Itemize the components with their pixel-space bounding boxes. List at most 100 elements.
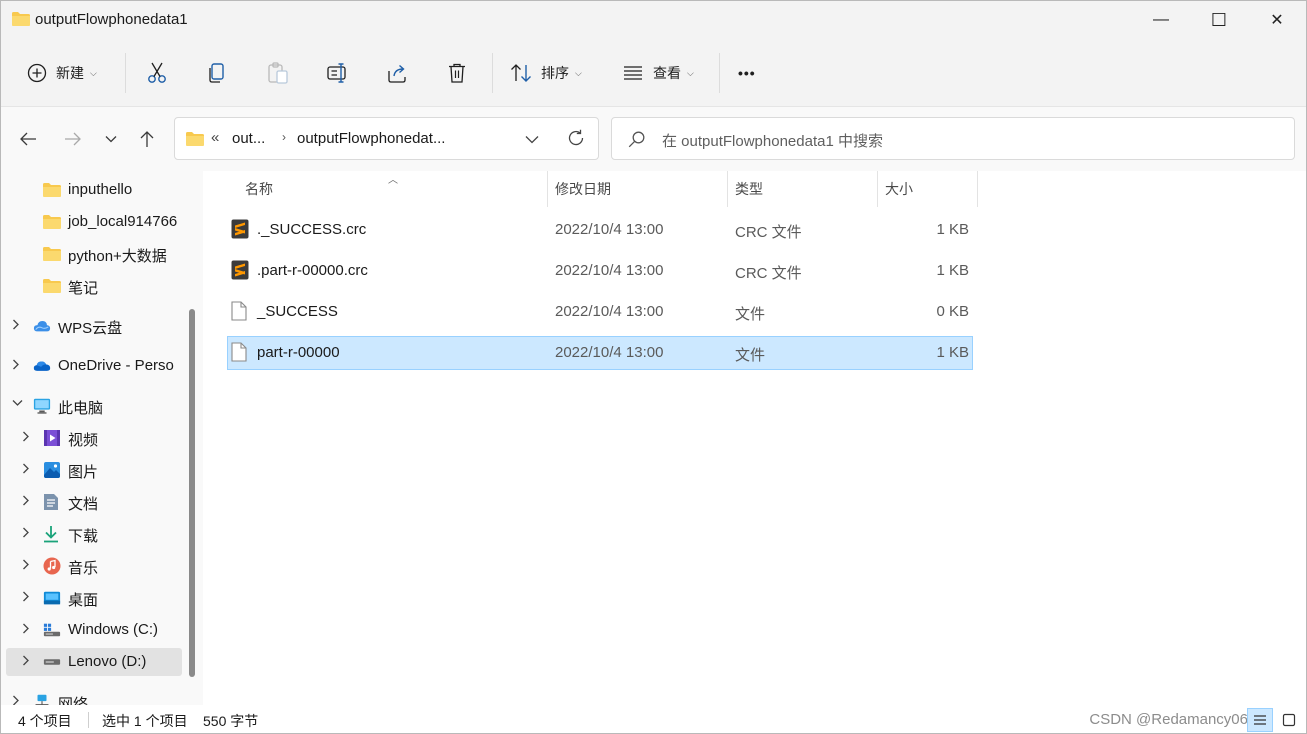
column-divider[interactable]	[977, 171, 978, 207]
status-divider	[88, 712, 89, 728]
file-explorer-window: outputFlowphonedata1 — ☐ ✕ 新建 ⌵ 排序 ⌵ 查看 …	[0, 0, 1307, 734]
column-header-name[interactable]: 名称	[245, 171, 273, 207]
close-button[interactable]: ✕	[1248, 1, 1306, 39]
search-input[interactable]: 在 outputFlowphonedata1 中搜索	[662, 130, 883, 151]
chevron-right-icon[interactable]	[12, 359, 20, 373]
command-bar: 新建 ⌵ 排序 ⌵ 查看 ⌵ •••	[1, 39, 1306, 107]
blank-file-icon	[231, 301, 249, 321]
arrow-right-icon	[65, 132, 81, 146]
delete-button[interactable]	[447, 53, 467, 93]
chevron-right-icon[interactable]	[12, 319, 20, 333]
search-box[interactable]: 在 outputFlowphonedata1 中搜索	[611, 117, 1295, 160]
selection-size: 550 字节	[203, 713, 259, 729]
sidebar-item[interactable]: 下载	[6, 520, 182, 548]
chevron-right-icon[interactable]	[22, 623, 30, 637]
file-size: 1 KB	[936, 344, 969, 361]
forward-button[interactable]	[59, 125, 87, 153]
up-button[interactable]	[133, 125, 161, 153]
breadcrumb-segment[interactable]: out...	[232, 130, 265, 147]
column-divider[interactable]	[877, 171, 878, 207]
chevron-right-icon[interactable]	[22, 655, 30, 669]
breadcrumb-separator-icon[interactable]: ›	[282, 130, 286, 144]
search-icon	[628, 131, 645, 148]
copy-button[interactable]	[207, 53, 227, 93]
sidebar-item[interactable]: OneDrive - Perso	[6, 352, 182, 380]
sidebar-item[interactable]: Windows (C:)	[6, 616, 182, 644]
sidebar-item[interactable]: 笔记	[6, 272, 182, 300]
chevron-right-icon[interactable]	[22, 527, 30, 541]
chevron-right-icon[interactable]	[12, 695, 20, 705]
folder-icon	[43, 181, 61, 199]
tiles-view-button[interactable]	[1276, 708, 1302, 732]
sidebar-item[interactable]: job_local914766	[6, 208, 182, 236]
sidebar-item[interactable]: Lenovo (D:)	[6, 648, 182, 676]
chevron-right-icon[interactable]	[22, 591, 30, 605]
address-dropdown-button[interactable]	[525, 131, 539, 147]
refresh-button[interactable]	[567, 129, 585, 150]
sidebar-item-label: Lenovo (D:)	[68, 653, 147, 670]
minimize-icon: —	[1153, 11, 1169, 28]
address-bar[interactable]: « out... › outputFlowphonedat...	[174, 117, 599, 160]
share-button[interactable]	[387, 53, 409, 93]
window-title: outputFlowphonedata1	[35, 11, 188, 28]
sidebar-item-label: job_local914766	[68, 213, 178, 230]
desktop-icon	[43, 589, 61, 607]
new-label: 新建	[56, 65, 84, 81]
breadcrumb-overflow-button[interactable]: «	[211, 129, 219, 146]
share-icon	[388, 64, 406, 83]
sidebar-item[interactable]: 视频	[6, 424, 182, 452]
minimize-button[interactable]: —	[1132, 1, 1190, 39]
sidebar-item[interactable]: inputhello	[6, 176, 182, 204]
more-button[interactable]: •••	[738, 53, 756, 93]
plus-circle-icon	[27, 63, 47, 83]
file-type: 文件	[735, 306, 766, 323]
details-view-button[interactable]	[1247, 708, 1273, 732]
file-modified: 2022/10/4 13:00	[555, 303, 664, 320]
maximize-button[interactable]: ☐	[1190, 1, 1248, 39]
file-modified: 2022/10/4 13:00	[555, 221, 664, 238]
sort-button[interactable]: 排序 ⌵	[510, 53, 582, 93]
chevron-down-icon: ⌵	[90, 67, 97, 78]
sidebar-item[interactable]: 此电脑	[6, 392, 182, 420]
folder-icon	[12, 12, 30, 26]
sidebar-scrollbar-thumb[interactable]	[189, 309, 195, 677]
recent-locations-button[interactable]	[97, 125, 125, 153]
chevron-right-icon[interactable]	[22, 559, 30, 573]
chevron-down-icon[interactable]	[12, 399, 23, 410]
file-row[interactable]: _SUCCESS 2022/10/4 13:00 文件 0 KB	[227, 295, 973, 329]
column-header-size[interactable]: 大小	[885, 171, 913, 207]
file-row[interactable]: ._SUCCESS.crc 2022/10/4 13:00 CRC 文件 1 KB	[227, 213, 973, 247]
column-header-type[interactable]: 类型	[735, 171, 763, 207]
sidebar-item[interactable]: 音乐	[6, 552, 182, 580]
cut-button[interactable]	[147, 53, 167, 93]
new-button[interactable]: 新建 ⌵	[27, 53, 97, 93]
rename-button[interactable]	[327, 53, 349, 93]
column-divider[interactable]	[547, 171, 548, 207]
music-icon	[43, 557, 61, 575]
arrow-up-icon	[140, 131, 154, 147]
file-row[interactable]: .part-r-00000.crc 2022/10/4 13:00 CRC 文件 1 …	[227, 254, 973, 288]
cloud-icon	[33, 317, 51, 335]
column-header-label: 名称	[245, 181, 273, 197]
sidebar-item[interactable]: 桌面	[6, 584, 182, 612]
file-name: part-r-00000	[257, 344, 340, 361]
column-divider[interactable]	[727, 171, 728, 207]
file-row[interactable]: part-r-00000 2022/10/4 13:00 文件 1 KB	[227, 336, 973, 370]
paste-button[interactable]	[267, 53, 289, 93]
back-button[interactable]	[14, 125, 42, 153]
file-modified: 2022/10/4 13:00	[555, 262, 664, 279]
sidebar-item[interactable]: 文档	[6, 488, 182, 516]
breadcrumb-segment-current[interactable]: outputFlowphonedat...	[297, 130, 445, 147]
sidebar-item[interactable]: WPS云盘	[6, 312, 182, 340]
copy-icon	[209, 63, 224, 83]
sidebar-item[interactable]: 图片	[6, 456, 182, 484]
chevron-right-icon[interactable]	[22, 495, 30, 509]
sidebar-item[interactable]: python+大数据	[6, 240, 182, 268]
sidebar-item[interactable]: 网络	[6, 688, 182, 705]
column-header-modified[interactable]: 修改日期	[555, 171, 611, 207]
drive-icon	[43, 653, 61, 671]
chevron-right-icon[interactable]	[22, 431, 30, 445]
file-name: ._SUCCESS.crc	[257, 221, 367, 238]
chevron-right-icon[interactable]	[22, 463, 30, 477]
view-button[interactable]: 查看 ⌵	[622, 53, 694, 93]
